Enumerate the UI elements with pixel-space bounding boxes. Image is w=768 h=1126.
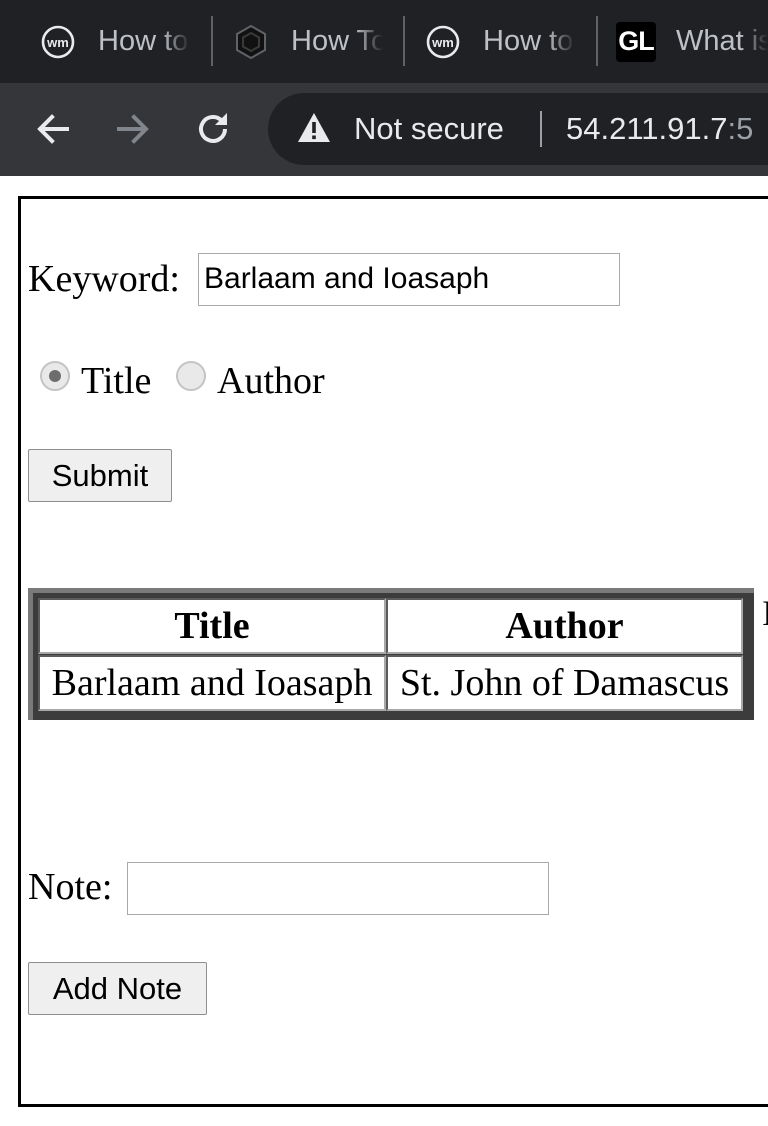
tab-separator [596,16,598,66]
tab-2[interactable]: How To [233,0,383,83]
table-header-author: Author [386,598,743,654]
add-note-button[interactable]: Add Note [28,962,207,1015]
svg-text:wm: wm [431,35,454,50]
table-header-title: Title [38,598,386,654]
browser-toolbar: Not secure 54.211.91.7:5 [0,83,768,176]
table-cell-title: Barlaam and Ioasaph [38,655,386,711]
author-radio[interactable] [176,361,206,391]
forward-arrow-icon [117,114,149,144]
gl-logo-icon: GL [616,21,656,62]
clipped-text: I [762,592,768,634]
url-text[interactable]: 54.211.91.7:5 [566,93,753,165]
forward-button[interactable] [110,106,156,152]
keyword-input[interactable]: Barlaam and Ioasaph [198,253,620,306]
back-button[interactable] [30,106,76,152]
wm-logo-icon: wm [425,24,461,60]
title-radio[interactable] [40,361,70,391]
hexagon-logo-icon [233,24,269,60]
tab-title: What is [676,25,768,57]
keyword-label: Keyword: [28,258,180,300]
note-label: Note: [28,866,113,908]
address-divider [540,111,542,147]
note-input[interactable] [127,862,549,915]
security-label[interactable]: Not secure [354,93,504,165]
url-host: 54.211.91.7 [566,111,728,146]
warning-icon [298,113,330,142]
address-bar[interactable]: Not secure 54.211.91.7:5 [268,93,768,165]
tab-3[interactable]: wm How to [425,0,575,83]
svg-text:wm: wm [46,35,69,50]
tab-separator [211,16,213,66]
tab-title: How To [291,25,383,57]
submit-button[interactable]: Submit [28,449,172,502]
title-radio-label: Title [81,360,152,402]
tab-1[interactable]: wm How to [40,0,190,83]
reload-button[interactable] [190,106,236,152]
url-port: :5 [727,111,754,146]
table-cell-author: St. John of Damascus [386,655,743,711]
tab-title: How to [483,25,574,57]
reload-icon [199,113,227,143]
wm-logo-icon: wm [40,24,76,60]
tab-strip: wm How to How To wm How to GL What is [0,0,768,83]
tab-separator [403,16,405,66]
author-radio-label: Author [217,360,325,402]
tab-4[interactable]: GL What is [616,0,768,83]
back-arrow-icon [37,114,69,144]
tab-title: How to [98,25,189,57]
